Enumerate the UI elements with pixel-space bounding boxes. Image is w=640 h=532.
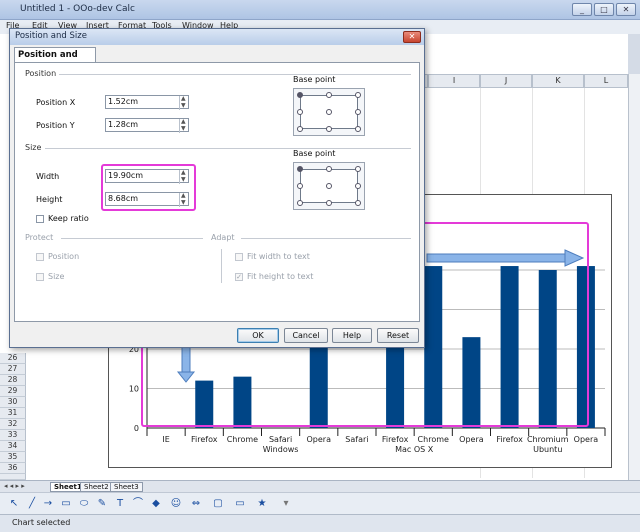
dialog-title: Position and Size — [15, 31, 87, 41]
stars-icon[interactable]: ★ — [256, 498, 268, 510]
protect-size-label: Size — [48, 272, 65, 281]
vertical-divider — [221, 249, 222, 283]
position-y-label: Position Y — [36, 121, 75, 130]
ok-button[interactable]: OK — [237, 328, 279, 343]
base-point-topleft[interactable] — [297, 92, 303, 98]
fit-width-label: Fit width to text — [247, 252, 310, 261]
size-base-point-selector[interactable] — [293, 162, 365, 210]
polygon-icon[interactable]: ✎ — [96, 498, 108, 510]
reset-button[interactable]: Reset — [377, 328, 419, 343]
position-x-spinner[interactable]: ▲ ▼ — [179, 96, 188, 110]
arrow-line-icon[interactable]: → — [42, 498, 54, 510]
dialog-panel: Position Position X 1.52cm ▲ ▼ Position Y… — [14, 62, 420, 322]
protect-position-checkbox[interactable] — [36, 253, 44, 261]
keep-ratio-label: Keep ratio — [48, 214, 89, 223]
ellipse-icon[interactable]: ⬭ — [78, 498, 90, 510]
base-point-center[interactable] — [326, 109, 332, 115]
section-divider — [241, 238, 411, 239]
line-icon[interactable]: ╱ — [26, 498, 38, 510]
flowchart-icon[interactable]: ▢ — [212, 498, 224, 510]
section-divider — [45, 148, 411, 149]
position-section-label: Position — [25, 69, 57, 78]
base-point-topright[interactable] — [355, 166, 361, 172]
tab-sheet2[interactable]: Sheet2 — [80, 482, 113, 492]
base-point-bottomright[interactable] — [355, 126, 361, 132]
width-label: Width — [36, 172, 60, 181]
base-point-top[interactable] — [326, 166, 332, 172]
position-x-field[interactable]: 1.52cm ▲ ▼ — [105, 95, 189, 110]
protect-position-label: Position — [48, 252, 80, 261]
rectangle-icon[interactable]: ▭ — [60, 498, 72, 510]
callouts-icon[interactable]: ▭ — [234, 498, 246, 510]
base-point-left[interactable] — [297, 183, 303, 189]
base-point-center[interactable] — [326, 183, 332, 189]
fit-height-label: Fit height to text — [247, 272, 314, 281]
base-point-right[interactable] — [355, 183, 361, 189]
position-x-label: Position X — [36, 98, 76, 107]
status-text: Chart selected — [12, 518, 71, 527]
dialog-titlebar[interactable]: Position and Size ✕ — [10, 29, 424, 45]
fit-height-checkbox[interactable]: ✓ — [235, 273, 243, 281]
more-icon[interactable]: ▾ — [280, 498, 292, 510]
base-point-bottomleft[interactable] — [297, 126, 303, 132]
position-base-point-selector[interactable] — [293, 88, 365, 136]
position-y-spinner[interactable]: ▲ ▼ — [179, 119, 188, 133]
base-point-bottom[interactable] — [326, 126, 332, 132]
base-point-topleft[interactable] — [297, 166, 303, 172]
drawing-toolbar: ↖ ╱ → ▭ ⬭ ✎ T ⌒ ◆ ☺ ⇔ ▢ ▭ ★ ▾ — [0, 492, 640, 514]
base-point-right[interactable] — [355, 109, 361, 115]
protect-size-checkbox[interactable] — [36, 273, 44, 281]
base-point-top[interactable] — [326, 92, 332, 98]
status-bar: Chart selected — [0, 514, 640, 532]
size-base-point-label: Base point — [293, 149, 336, 158]
size-section-label: Size — [25, 143, 42, 152]
symbol-shapes-icon[interactable]: ☺ — [170, 498, 182, 510]
base-point-bottomleft[interactable] — [297, 200, 303, 206]
base-point-left[interactable] — [297, 109, 303, 115]
cancel-button[interactable]: Cancel — [284, 328, 328, 343]
tab-sheet3[interactable]: Sheet3 — [110, 482, 143, 492]
select-arrow-icon[interactable]: ↖ — [8, 498, 20, 510]
adapt-section-label: Adapt — [211, 233, 235, 242]
dialog-close-icon[interactable]: ✕ — [403, 31, 421, 43]
sheet-tab-bar: ◂ ◂ ▸ ▸ Sheet1 Sheet2 Sheet3 — [0, 480, 640, 492]
section-divider — [61, 238, 203, 239]
keep-ratio-checkbox[interactable] — [36, 215, 44, 223]
basic-shapes-icon[interactable]: ◆ — [150, 498, 162, 510]
base-point-topright[interactable] — [355, 92, 361, 98]
tab-position-and-size[interactable]: Position and Size — [14, 47, 96, 74]
position-base-point-label: Base point — [293, 75, 336, 84]
section-divider — [59, 74, 411, 75]
block-arrows-icon[interactable]: ⇔ — [190, 498, 202, 510]
base-point-bottomright[interactable] — [355, 200, 361, 206]
position-y-field[interactable]: 1.28cm ▲ ▼ — [105, 118, 189, 133]
fit-width-checkbox[interactable] — [235, 253, 243, 261]
height-label: Height — [36, 195, 63, 204]
protect-section-label: Protect — [25, 233, 54, 242]
tab-nav-icon[interactable]: ◂ ◂ ▸ ▸ — [4, 482, 25, 490]
size-fields-highlight-box — [101, 164, 196, 211]
base-point-bottom[interactable] — [326, 200, 332, 206]
help-button[interactable]: Help — [332, 328, 372, 343]
position-size-dialog: Position and Size ✕ Position and Size Po… — [9, 28, 425, 348]
text-icon[interactable]: T — [114, 498, 126, 510]
curve-icon[interactable]: ⌒ — [132, 498, 144, 510]
